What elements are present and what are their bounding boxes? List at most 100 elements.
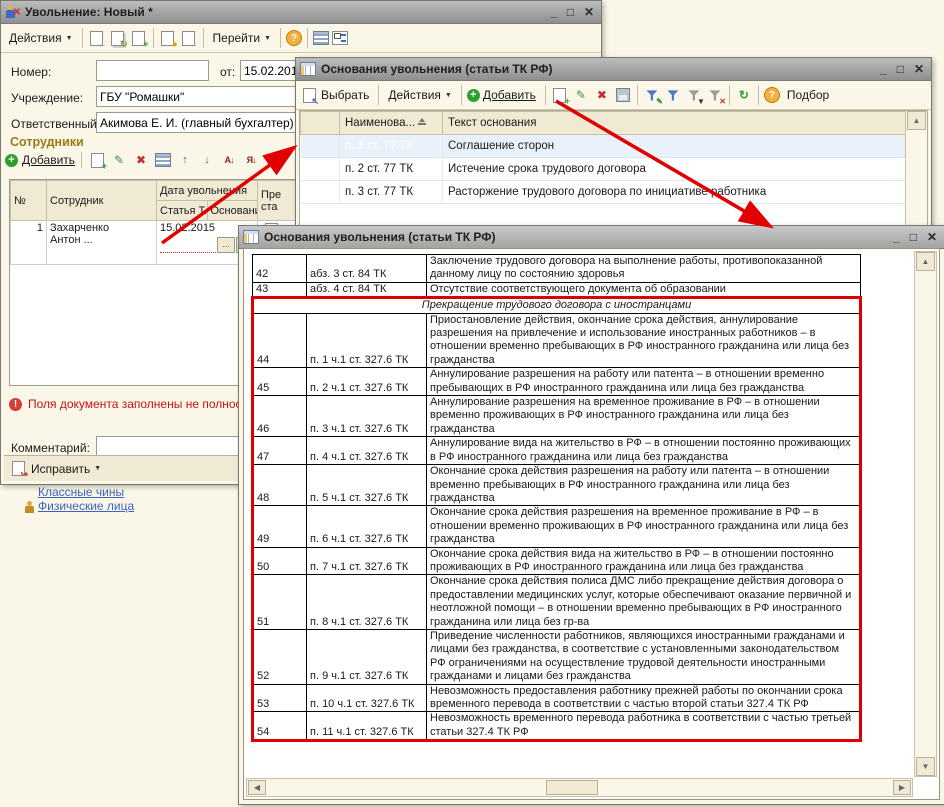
scroll-left-button[interactable]: ◀ [248,780,266,795]
person-icon [24,501,36,513]
scroll-up-button[interactable]: ▲ [916,252,935,271]
end-edit-icon[interactable] [154,152,172,169]
article-input[interactable] [160,241,216,253]
table-row[interactable]: 42 абз. 3 ст. 84 ТК Заключение трудового… [253,255,861,283]
window-title: Основания увольнения (статьи ТК РФ) [264,230,888,244]
reread-document-icon[interactable]: ↻ [109,30,127,47]
checklist-settings-icon[interactable] [332,31,348,45]
grounds-list-titlebar[interactable]: Основания увольнения (статьи ТК РФ) _ □ … [296,58,931,81]
close-icon[interactable]: ✕ [584,5,594,19]
horizontal-scrollbar[interactable]: ◀ ▶ [246,778,913,797]
table-row[interactable]: 54 п. 11 ч.1 ст. 327.6 ТК Невозможность … [253,712,861,741]
col-article[interactable]: Статья Т... [157,201,208,221]
col-extra[interactable]: Преста [258,181,296,221]
refresh-icon[interactable]: ↻ [735,87,753,104]
col-basis[interactable]: Основание [207,201,258,221]
goto-menu-button[interactable]: Перейти▼ [209,29,276,47]
grounds-full-titlebar[interactable]: Основания увольнения (статьи ТК РФ) _ □ … [239,226,944,249]
pick-button[interactable]: Подбор [783,86,833,104]
add-button[interactable]: Добавить [483,86,540,104]
filter-settings-icon[interactable]: ✎ [643,87,661,104]
add-icon[interactable]: + [467,89,480,102]
list-row[interactable]: п. 2 ст. 77 ТК Истечение срока трудового… [301,158,906,181]
table-row[interactable]: 44 п. 1 ч.1 ст. 327.6 ТК Приостановление… [253,313,861,368]
table-row[interactable]: 51 п. 8 ч.1 ст. 327.6 ТК Окончание срока… [253,575,861,630]
close-icon[interactable]: ✕ [927,230,937,244]
table-row[interactable]: 49 п. 6 ч.1 ст. 327.6 ТК Окончание срока… [253,506,861,547]
table-row[interactable]: 48 п. 5 ч.1 ст. 327.6 ТК Окончание срока… [253,465,861,506]
responsible-field[interactable] [96,112,299,133]
employees-toolbar: + Добавить + ✎ ✖ ↑ ↓ А↓ Я↓ [5,151,295,169]
minimize-icon[interactable]: _ [550,5,557,19]
table-row[interactable]: 46 п. 3 ч.1 ст. 327.6 ТК Аннулирование р… [253,396,861,437]
dropdown-icon: ▼ [66,35,73,42]
table-row[interactable]: 47 п. 4 ч.1 ст. 327.6 ТК Аннулирование в… [253,437,861,465]
filter-by-value-icon[interactable]: ▼ [685,87,703,104]
grounds-full-client: 42 абз. 3 ст. 84 ТК Заключение трудового… [243,248,940,800]
list-row[interactable]: п. 3 ст. 77 ТК Расторжение трудового дог… [301,181,906,204]
fix-button[interactable]: Исправить▼ [31,462,101,476]
maximize-icon[interactable]: □ [910,230,917,244]
minimize-icon[interactable]: _ [893,230,900,244]
window-title: Основания увольнения (статьи ТК РФ) [321,62,875,76]
sort-desc-icon[interactable]: Я↓ [242,152,260,169]
edit-item-icon[interactable]: ✎ [572,87,590,104]
write-document-icon[interactable]: ← [88,30,106,47]
help-icon[interactable]: ? [764,87,780,103]
employees-section-title: Сотрудники [10,135,84,149]
col-name[interactable]: Наименова... [340,112,443,135]
link-class-ranks[interactable]: Классные чины [38,485,124,499]
col-text[interactable]: Текст основания [443,112,906,135]
institution-label: Учреждение: [11,91,83,105]
select-button[interactable]: Выбрать [321,86,373,104]
scroll-right-button[interactable]: ▶ [893,780,911,795]
post-document-icon[interactable]: ● [159,30,177,47]
list-settings-icon[interactable] [313,31,329,45]
close-icon[interactable]: ✕ [914,62,924,76]
add-row-button[interactable]: Добавить [22,153,75,167]
number-label: Номер: [11,65,51,79]
clear-filter-icon[interactable]: ✕ [706,87,724,104]
copy-item-icon[interactable]: + [551,87,569,104]
choose-button[interactable]: ... [217,237,235,253]
list-window-icon [243,230,259,244]
actions-menu-button[interactable]: Действия▼ [5,29,77,47]
select-icon: ↖ [300,87,318,104]
copy-document-icon[interactable]: + [130,30,148,47]
edit-row-icon[interactable]: ✎ [110,152,128,169]
dismissal-titlebar[interactable]: ✕ Увольнение: Новый * _ □ ✕ [1,1,601,24]
col-employee[interactable]: Сотрудник [47,181,157,221]
move-down-icon[interactable]: ↓ [198,152,216,169]
filter-icon[interactable] [664,87,682,104]
delete-row-icon[interactable]: ✖ [132,152,150,169]
maximize-icon[interactable]: □ [897,62,904,76]
table-row[interactable]: 43 абз. 4 ст. 84 ТК Отсутствие соответст… [253,282,861,297]
help-icon[interactable]: ? [286,30,302,46]
table-row[interactable]: 52 п. 9 ч.1 ст. 327.6 ТК Приведение числ… [253,629,861,684]
table-row[interactable]: 45 п. 2 ч.1 ст. 327.6 ТК Аннулирование р… [253,368,861,396]
scroll-down-button[interactable]: ▼ [916,757,935,776]
link-individuals[interactable]: Физические лица [38,499,134,513]
table-row[interactable]: 53 п. 10 ч.1 ст. 327.6 ТК Невозможность … [253,684,861,712]
unpost-document-icon[interactable]: ← [180,30,198,47]
col-num[interactable]: № [11,181,47,221]
scroll-up-button[interactable]: ▲ [907,111,926,130]
maximize-icon[interactable]: □ [567,5,574,19]
section-header-row[interactable]: Прекращение трудового договора с иностра… [253,298,861,313]
vertical-scrollbar[interactable]: ▲ ▼ [914,251,937,777]
number-field[interactable] [96,60,209,81]
save-icon[interactable] [614,87,632,104]
copy-row-icon[interactable]: + [88,152,106,169]
scrollbar-thumb[interactable] [546,780,598,795]
actions-menu-button[interactable]: Действия▼ [384,86,456,104]
sort-asc-icon[interactable]: А↓ [220,152,238,169]
delete-item-icon[interactable]: ✖ [593,87,611,104]
move-up-icon[interactable]: ↑ [176,152,194,169]
institution-field[interactable] [96,86,299,107]
table-row[interactable]: 50 п. 7 ч.1 ст. 327.6 ТК Окончание срока… [253,547,861,575]
minimize-icon[interactable]: _ [880,62,887,76]
col-marker[interactable] [301,112,340,135]
col-dismissal-date[interactable]: Дата увольнения [157,181,258,201]
add-icon[interactable]: + [5,154,18,167]
list-row[interactable]: п. 1 ст. 77 ТК Соглашение сторон [301,135,906,158]
